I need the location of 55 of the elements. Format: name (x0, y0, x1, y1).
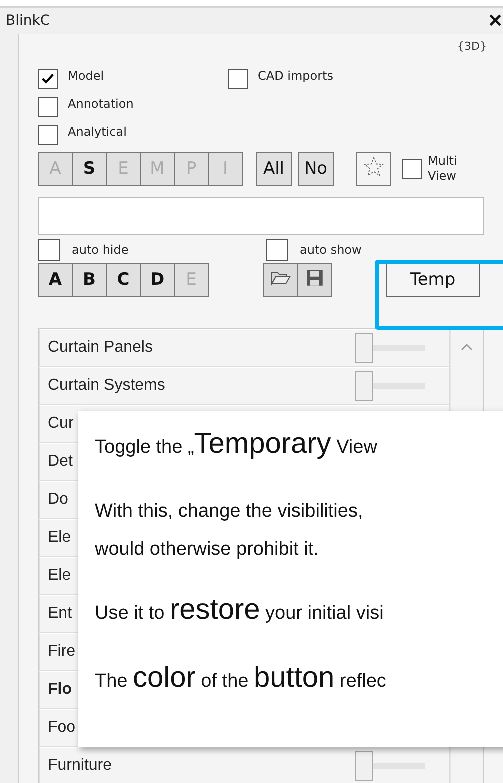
check-icon (41, 72, 55, 86)
checkbox[interactable] (38, 69, 58, 89)
save-button[interactable] (297, 263, 332, 297)
window-title: BlinkC (6, 13, 50, 29)
category-label: Fire (48, 643, 76, 661)
slider-thumb[interactable] (355, 751, 373, 781)
category-label: Cur (48, 415, 74, 433)
checkbox-label: Annotation (68, 97, 134, 111)
checkbox[interactable] (38, 97, 58, 117)
checkbox-label: Multi View (428, 154, 458, 184)
checkbox-label: auto hide (72, 242, 129, 256)
list-row[interactable]: Furniture (39, 747, 450, 783)
open-button[interactable] (263, 263, 298, 297)
category-label: Furniture (48, 757, 112, 775)
tooltip-text: Use it to restore your initial visi (95, 593, 385, 628)
preset-button[interactable]: D (140, 263, 175, 297)
all-button[interactable]: All (256, 152, 292, 186)
tooltip-text: The color of the button reflec (95, 661, 388, 696)
checkbox-label: Analytical (68, 125, 127, 139)
list-row[interactable]: Curtain Panels (39, 329, 450, 367)
filter-field[interactable] (38, 197, 484, 235)
tooltip-text: Toggle the „Temporary View (95, 427, 378, 462)
folder-icon (270, 270, 290, 286)
list-row[interactable]: Curtain Systems (39, 367, 450, 405)
category-label: Det (48, 453, 73, 471)
category-label: Ele (48, 529, 72, 547)
category-label: Curtain Panels (48, 339, 153, 357)
checkbox[interactable] (38, 125, 58, 145)
slider-thumb[interactable] (355, 333, 373, 363)
checkbox[interactable] (402, 159, 422, 179)
star-icon (362, 156, 384, 178)
category-label: Foo (48, 719, 76, 737)
checkbox-label: Model (68, 69, 104, 83)
view-name: {3D} (458, 40, 487, 53)
checkbox[interactable] (38, 238, 60, 260)
checkbox-label: CAD imports (258, 69, 334, 83)
category-label: Ele (48, 567, 72, 585)
none-button[interactable]: No (298, 152, 334, 186)
star-button[interactable] (356, 152, 391, 186)
scroll-up-icon[interactable] (461, 343, 473, 351)
checkbox[interactable] (228, 69, 248, 89)
checkbox[interactable] (266, 238, 288, 260)
preset-button[interactable]: C (106, 263, 141, 297)
discipline-button[interactable]: S (72, 152, 107, 186)
checkbox-label: auto show (300, 242, 362, 256)
temp-button[interactable]: Temp (386, 263, 480, 297)
category-label: Flo (48, 681, 72, 699)
category-label: Do (48, 491, 68, 509)
preset-button[interactable]: A (38, 263, 73, 297)
close-button[interactable]: ✕ (488, 10, 503, 32)
preset-button[interactable]: B (72, 263, 107, 297)
tooltip-text: With this, change the visibilities, would otherwise prohibit it. (95, 500, 364, 562)
category-label: Curtain Systems (48, 377, 166, 395)
slider-thumb[interactable] (355, 371, 373, 401)
category-label: Ent (48, 605, 72, 623)
